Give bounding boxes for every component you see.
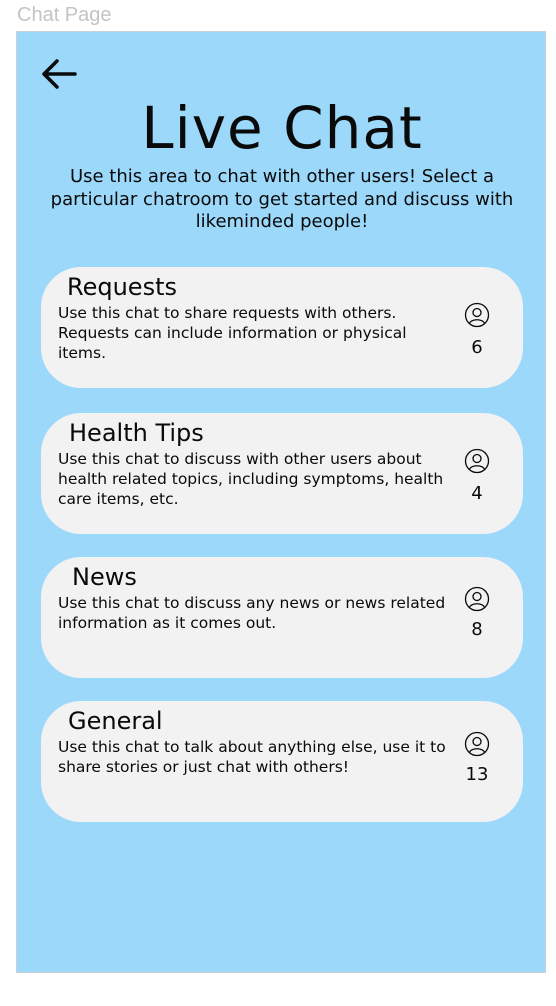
member-count: 8 [471, 619, 483, 640]
chatroom-card-news[interactable]: News Use this chat to discuss any news o… [41, 557, 523, 678]
arrow-left-icon [42, 59, 77, 89]
user-icon [464, 731, 490, 757]
user-icon [464, 448, 490, 474]
chatroom-card-requests[interactable]: Requests Use this chat to share requests… [41, 267, 523, 388]
member-count: 4 [471, 483, 483, 504]
member-count: 13 [465, 764, 489, 785]
chatroom-description: Use this chat to talk about anything els… [58, 738, 446, 776]
frame-label: Chat Page [17, 4, 112, 26]
page-subtitle: Use this area to chat with other users! … [50, 166, 514, 232]
chatroom-name: News [72, 563, 137, 591]
chat-page: Live Chat Use this area to chat with oth… [16, 31, 546, 973]
user-icon [464, 586, 490, 612]
chatroom-name: Requests [67, 273, 177, 301]
user-icon [464, 302, 490, 328]
chatroom-card-health-tips[interactable]: Health Tips Use this chat to discuss wit… [41, 413, 523, 534]
chatroom-card-general[interactable]: General Use this chat to talk about anyt… [41, 701, 523, 822]
chatroom-description: Use this chat to share requests with oth… [58, 304, 407, 362]
chatroom-description: Use this chat to discuss any news or new… [58, 594, 446, 632]
member-count: 6 [471, 337, 483, 358]
page-title: Live Chat [141, 94, 423, 162]
chatroom-name: Health Tips [69, 419, 204, 447]
chatroom-name: General [68, 707, 163, 735]
back-button[interactable] [39, 56, 79, 92]
chatroom-description: Use this chat to discuss with other user… [58, 450, 444, 508]
